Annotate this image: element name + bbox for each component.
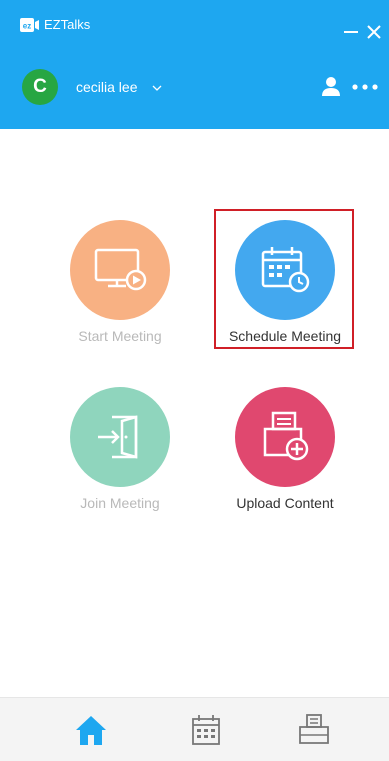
calendar-icon[interactable] (189, 713, 223, 747)
join-meeting-button[interactable]: Join Meeting (45, 387, 195, 513)
start-meeting-circle[interactable] (70, 220, 170, 320)
more-dots-icon[interactable] (352, 84, 378, 90)
join-meeting-label: Join Meeting (80, 495, 160, 511)
printer-icon[interactable] (297, 713, 331, 747)
schedule-meeting-button[interactable]: Schedule Meeting (210, 220, 360, 346)
schedule-meeting-circle[interactable] (235, 220, 335, 320)
schedule-meeting-label: Schedule Meeting (228, 328, 342, 344)
avatar-initial: C (33, 76, 47, 97)
home-icon[interactable] (74, 713, 108, 747)
title-bar[interactable]: ez EZTalks (0, 0, 389, 44)
upload-content-button[interactable]: Upload Content (210, 387, 360, 513)
logo-text: ez (23, 22, 31, 31)
user-icon[interactable] (320, 75, 342, 97)
join-meeting-circle[interactable] (70, 387, 170, 487)
door-enter-icon (98, 415, 138, 459)
chevron-down-icon[interactable] (152, 84, 162, 92)
upload-content-circle[interactable] (235, 387, 335, 487)
ezt-logo-icon: ez (20, 18, 39, 32)
start-meeting-label: Start Meeting (78, 328, 162, 344)
close-icon[interactable] (364, 22, 384, 42)
avatar[interactable]: C (22, 69, 58, 105)
monitor-play-icon (94, 248, 147, 291)
minimize-icon[interactable] (341, 22, 361, 42)
app-title: EZTalks (44, 17, 91, 32)
calendar-clock-icon (261, 247, 310, 293)
document-add-icon (263, 411, 309, 461)
bottom-nav (0, 697, 389, 761)
start-meeting-button[interactable]: Start Meeting (45, 220, 195, 346)
upload-content-label: Upload Content (236, 495, 334, 511)
username[interactable]: cecilia lee (76, 78, 137, 96)
app-header: ez EZTalks C cecilia lee (0, 0, 389, 129)
